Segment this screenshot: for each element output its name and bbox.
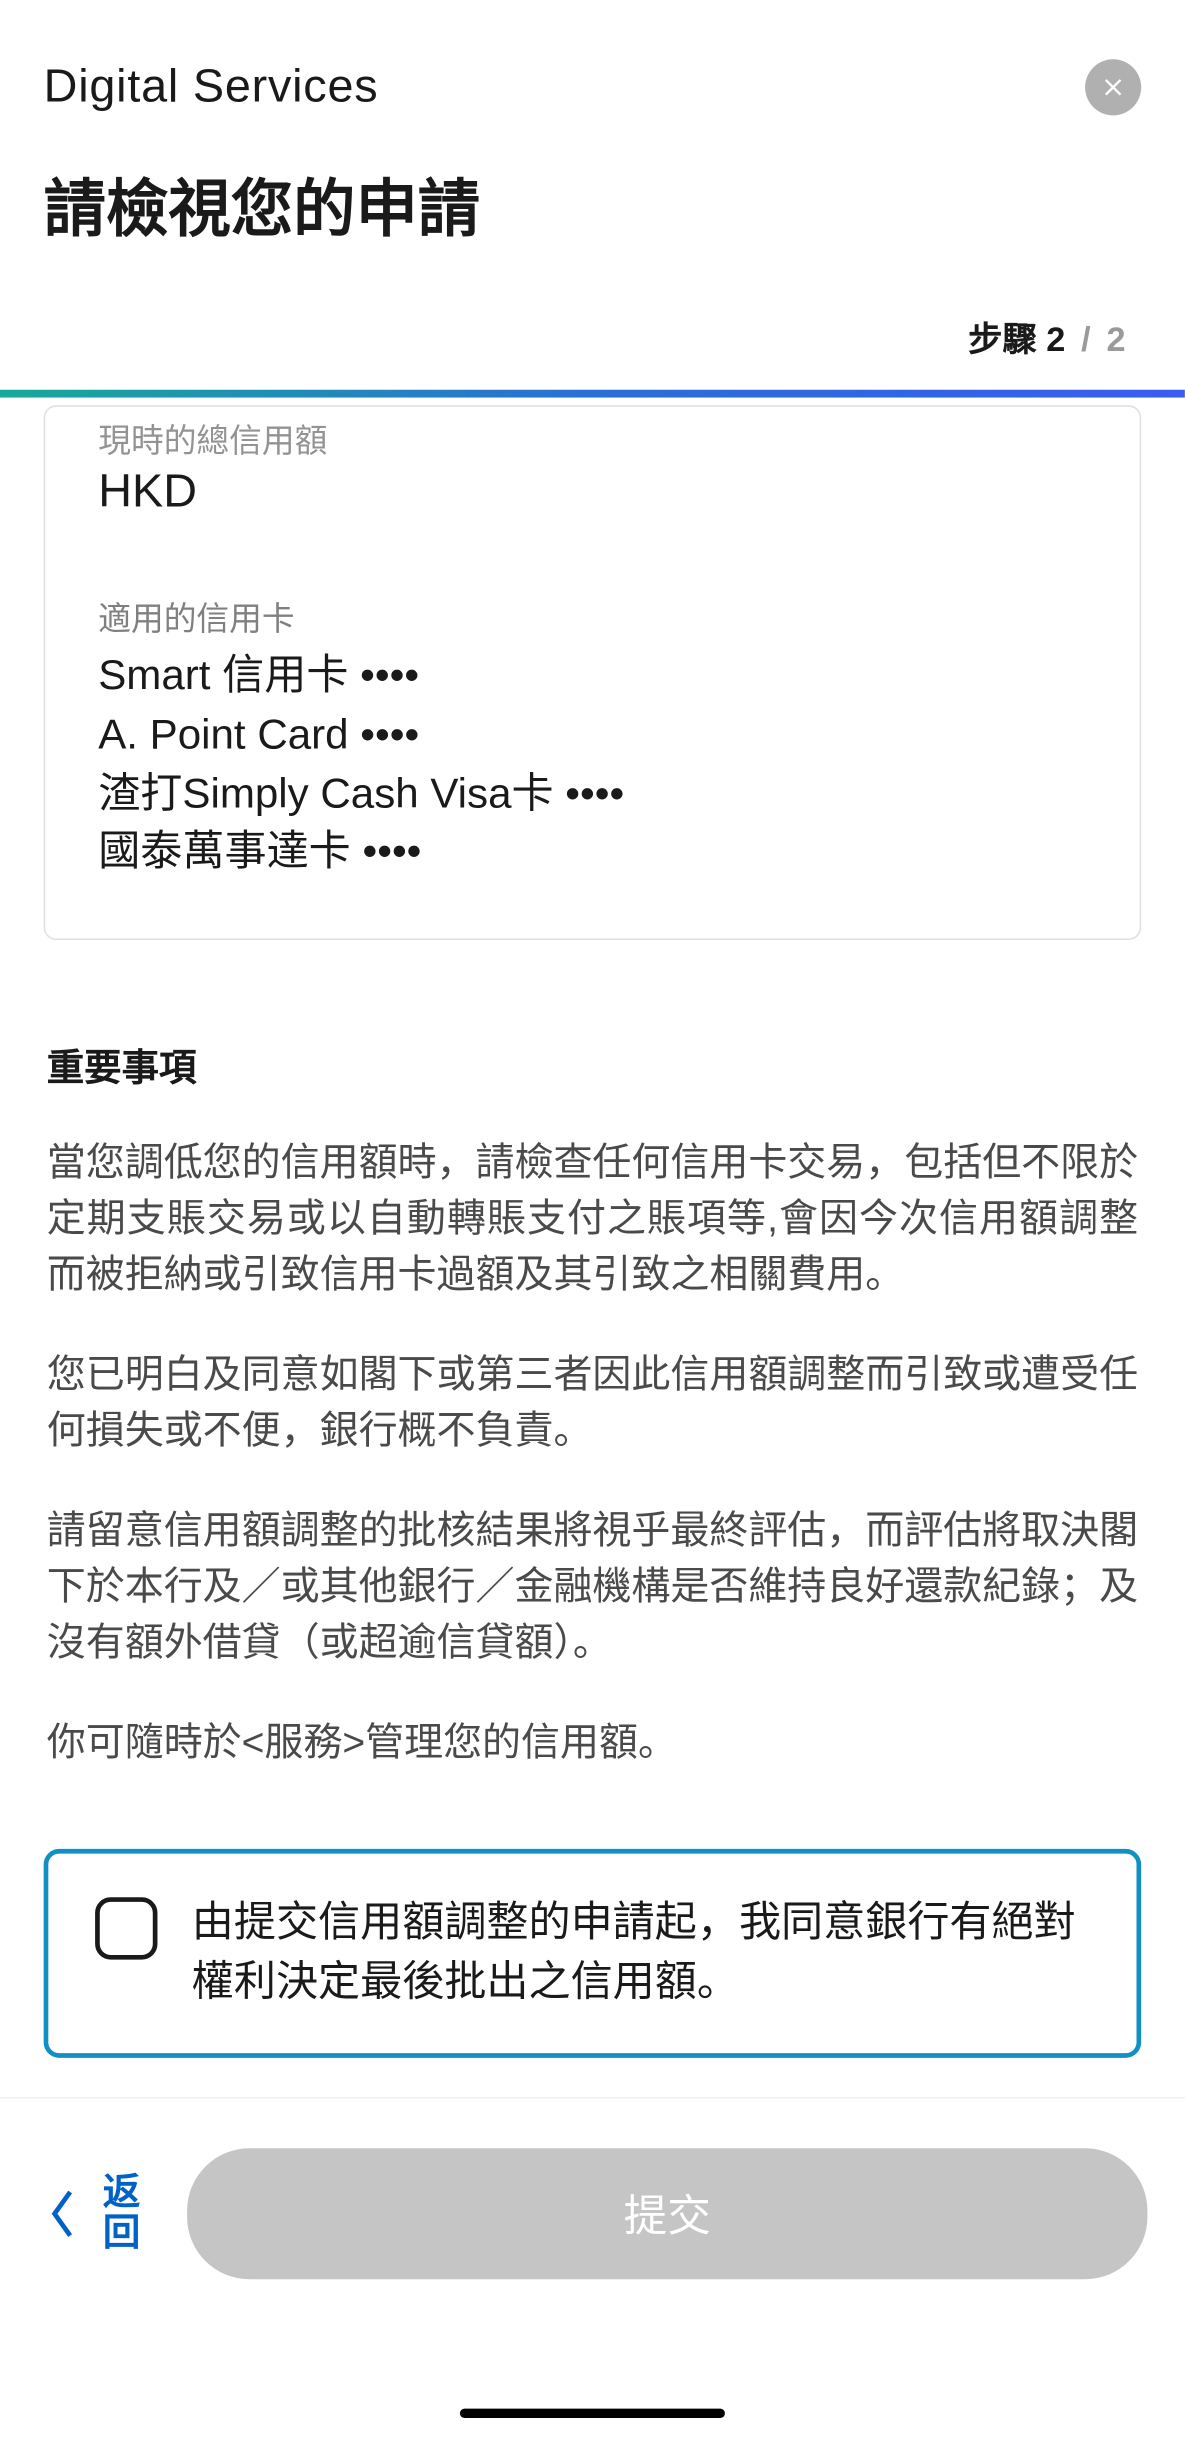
consent-text: 由提交信用額調整的申請起，我同意銀行有絕對權利決定最後批出之信用額。 [192, 1894, 1090, 2012]
important-title: 重要事項 [47, 1037, 1138, 1092]
step-divider: / [1081, 320, 1091, 359]
card-item: 國泰萬事達卡 •••• [98, 824, 1086, 883]
consent-checkbox[interactable] [95, 1898, 157, 1960]
credit-limit-value: HKD [98, 466, 1086, 519]
step-total: 2 [1107, 320, 1126, 359]
review-card: 現時的總信用額 HKD 適用的信用卡 Smart 信用卡 •••• A. Poi… [44, 405, 1142, 940]
content-scroll[interactable]: 現時的總信用額 HKD 適用的信用卡 Smart 信用卡 •••• A. Poi… [0, 398, 1185, 2097]
step-indicator: 步驟 2 / 2 [44, 312, 1142, 374]
chevron-left-icon [47, 2187, 78, 2240]
step-label: 步驟 [968, 320, 1037, 359]
footer: 返回 提交 [0, 2097, 1185, 2311]
important-section: 重要事項 當您調低您的信用額時，請檢查任何信用卡交易，包括但不限於定期支賬交易或… [44, 1037, 1142, 1771]
back-label: 返回 [103, 2173, 140, 2255]
important-paragraph: 你可隨時於<服務>管理您的信用額。 [47, 1715, 1138, 1771]
page-title: 請檢視您的申請 [44, 159, 1142, 249]
card-item: A. Point Card •••• [98, 706, 1086, 765]
home-indicator[interactable] [460, 2409, 725, 2418]
close-icon [1099, 73, 1127, 101]
app-title: Digital Services [44, 61, 379, 114]
step-current: 2 [1046, 320, 1065, 359]
important-paragraph: 請留意信用額調整的批核結果將視乎最終評估，而評估將取決閣下於本行及／或其他銀行／… [47, 1503, 1138, 1671]
card-item: Smart 信用卡 •••• [98, 647, 1086, 706]
important-paragraph: 當您調低您的信用額時，請檢查任何信用卡交易，包括但不限於定期支賬交易或以自動轉賬… [47, 1135, 1138, 1303]
important-paragraph: 您已明白及同意如閣下或第三者因此信用額調整而引致或遭受任何損失或不便，銀行概不負… [47, 1347, 1138, 1459]
consent-box: 由提交信用額調整的申請起，我同意銀行有絕對權利決定最後批出之信用額。 [44, 1849, 1142, 2057]
card-item: 渣打Simply Cash Visa卡 •••• [98, 765, 1086, 824]
cards-list: Smart 信用卡 •••• A. Point Card •••• 渣打Simp… [98, 647, 1086, 883]
credit-limit-label: 現時的總信用額 [98, 405, 1086, 463]
close-button[interactable] [1085, 59, 1141, 115]
submit-button[interactable]: 提交 [187, 2148, 1147, 2279]
applicable-cards-label: 適用的信用卡 [98, 594, 1086, 641]
progress-bar [0, 390, 1185, 398]
back-button[interactable]: 返回 [37, 2173, 140, 2255]
